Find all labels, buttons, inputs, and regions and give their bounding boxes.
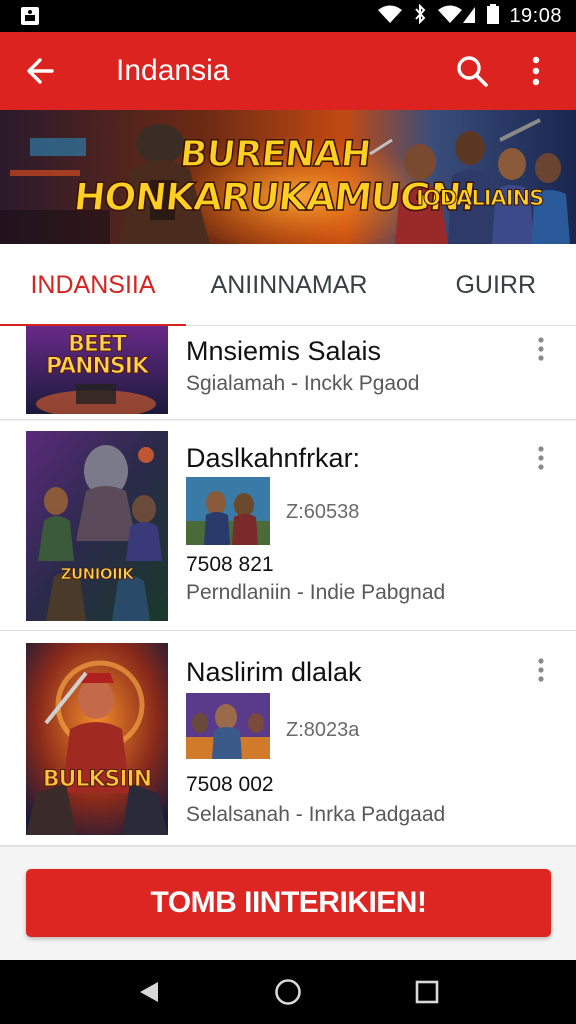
search-button[interactable] [454, 53, 490, 89]
item-subtitle: Sgialamah - Inckk Pgaod [186, 372, 420, 395]
primary-cta-button[interactable]: TOMB IINTERIKIEN! [26, 869, 551, 937]
item-preview-image [186, 693, 270, 759]
item-price: 7508 821 [186, 553, 274, 576]
bluetooth-icon [413, 3, 427, 29]
tab-guirr[interactable]: GUIRR [392, 244, 576, 326]
promo-banner[interactable]: BURENAH HONKARUKAMUGN! IODALIAINS [0, 110, 576, 244]
more-vert-icon [538, 658, 544, 682]
item-subtitle: Perndlaniin - Indie Pabgnad [186, 581, 446, 604]
list-item[interactable]: ZUNIOIIK Daslkahnfrkar: Z:60538 7508 821… [0, 421, 576, 631]
more-vert-icon [538, 337, 544, 361]
wifi-icon [377, 4, 403, 29]
arrow-back-icon [27, 58, 54, 84]
banner-logo: IODALIAINS [415, 186, 544, 211]
item-list: BEET PANNSIK Mnsiemis Salais Sgialamah -… [0, 326, 576, 846]
item-title: Naslirim dlalak [186, 657, 362, 687]
item-preview-image [186, 477, 270, 545]
tab-aniinnamar[interactable]: ANIINNAMAR [186, 244, 392, 326]
more-vert-icon [538, 446, 544, 470]
status-bar: 19:08 [0, 0, 576, 32]
status-time: 19:08 [509, 4, 562, 27]
item-menu-button[interactable] [526, 655, 556, 685]
thumbnail-title: BULKSIIN [42, 767, 152, 793]
thumbnail-title: BEET PANNSIK [45, 332, 149, 379]
tab-indansiia[interactable]: INDANSIIA [0, 244, 186, 327]
overflow-menu-button[interactable] [518, 53, 554, 89]
item-price: 7508 002 [186, 773, 274, 796]
item-code: Z:8023a [286, 719, 360, 741]
nav-back-button[interactable] [129, 972, 169, 1012]
system-nav-bar [0, 960, 576, 1024]
item-menu-button[interactable] [526, 334, 556, 364]
page-title: Indansia [116, 54, 230, 87]
tab-bar: INDANSIIA ANIINNAMAR GUIRR [0, 244, 576, 327]
item-thumbnail: BULKSIIN [26, 643, 168, 835]
item-thumbnail: ZUNIOIIK [26, 431, 168, 621]
list-item[interactable]: BULKSIIN Naslirim dlalak Z:8023a 7508 00… [0, 631, 576, 846]
list-item[interactable]: BEET PANNSIK Mnsiemis Salais Sgialamah -… [0, 326, 576, 420]
more-vert-icon [532, 56, 540, 86]
triangle-back-icon [140, 982, 159, 1002]
item-thumbnail: BEET PANNSIK [26, 326, 168, 414]
item-title: Daslkahnfrkar: [186, 443, 361, 473]
item-title: Mnsiemis Salais [186, 336, 382, 366]
thumbnail-title: ZUNIOIIK [60, 565, 134, 584]
nav-home-button[interactable] [268, 972, 308, 1012]
square-recents-icon [415, 980, 438, 1004]
signal-icon [437, 4, 477, 29]
search-icon [457, 56, 488, 87]
item-menu-button[interactable] [526, 443, 556, 473]
circle-home-icon [275, 979, 301, 1005]
nav-recents-button[interactable] [407, 972, 447, 1012]
item-subtitle: Selalsanah - Inrka Padgaad [186, 803, 446, 826]
app-bar: Indansia [0, 32, 576, 110]
battery-icon [487, 3, 500, 29]
banner-headline-1: BURENAH [177, 133, 373, 176]
back-button[interactable] [22, 53, 58, 89]
item-code: Z:60538 [286, 501, 360, 523]
notification-icon [20, 6, 40, 26]
